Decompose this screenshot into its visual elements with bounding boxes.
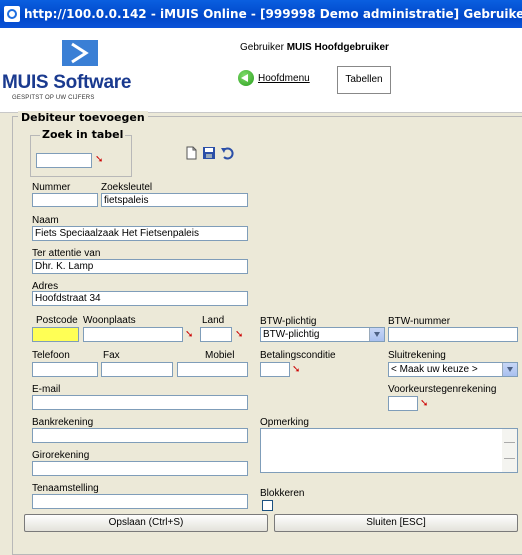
ter-attentie-label: Ter attentie van <box>32 248 101 259</box>
postcode-input[interactable] <box>32 327 79 342</box>
nummer-input[interactable] <box>32 193 98 207</box>
btw-plichtig-select[interactable]: BTW-plichtig <box>260 327 385 342</box>
betalingsconditie-label: Betalingsconditie <box>260 350 336 361</box>
naam-label: Naam <box>32 215 59 226</box>
chevron-down-icon[interactable] <box>502 363 517 376</box>
sluitrekening-value: < Maak uw keuze > <box>391 364 478 375</box>
search-input[interactable] <box>36 153 92 168</box>
user-name: MUIS Hoofdgebruiker <box>286 42 389 53</box>
land-input[interactable] <box>200 327 232 342</box>
window-titlebar: http://100.0.0.142 - iMUIS Online - [999… <box>0 0 522 28</box>
scroll-up-icon[interactable] <box>504 431 515 443</box>
ter-attentie-input[interactable]: Dhr. K. Lamp <box>32 259 248 274</box>
btw-plichtig-label: BTW-plichtig <box>260 316 317 327</box>
naam-input[interactable]: Fiets Speciaalzaak Het Fietsenpaleis <box>32 226 248 241</box>
opslaan-button[interactable]: Opslaan (Ctrl+S) <box>24 514 268 532</box>
undo-icon[interactable] <box>220 146 234 160</box>
telefoon-label: Telefoon <box>32 350 70 361</box>
adres-input[interactable]: Hoofdstraat 34 <box>32 291 248 306</box>
search-lookup-icon[interactable]: ➘ <box>95 154 103 165</box>
bankrekening-label: Bankrekening <box>32 417 94 428</box>
browser-icon <box>4 6 20 22</box>
blokkeren-checkbox[interactable] <box>262 500 273 511</box>
tenaamstelling-label: Tenaamstelling <box>32 483 99 494</box>
telefoon-input[interactable] <box>32 362 98 377</box>
zoeksleutel-label: Zoeksleutel <box>101 182 153 193</box>
user-prefix: Gebruiker <box>240 42 284 53</box>
zoeksleutel-input[interactable]: fietspaleis <box>101 193 248 207</box>
voorkeurstegenrekening-lookup-icon[interactable]: ➘ <box>420 398 428 409</box>
blokkeren-label: Blokkeren <box>260 488 305 499</box>
current-user: Gebruiker MUIS Hoofdgebruiker <box>240 42 389 53</box>
email-label: E-mail <box>32 384 61 395</box>
back-arrow-icon[interactable] <box>238 70 254 86</box>
betalingsconditie-lookup-icon[interactable]: ➘ <box>292 364 300 375</box>
save-disk-icon[interactable] <box>202 146 216 160</box>
email-input[interactable] <box>32 395 248 410</box>
btw-nummer-input[interactable] <box>388 327 518 342</box>
nummer-label: Nummer <box>32 182 71 193</box>
voorkeurstegenrekening-input[interactable] <box>388 396 418 411</box>
postcode-label: Postcode <box>36 315 78 326</box>
fax-label: Fax <box>103 350 120 361</box>
hoofdmenu-link[interactable]: Hoofdmenu <box>258 73 310 84</box>
mobiel-label: Mobiel <box>205 350 235 361</box>
sluitrekening-label: Sluitrekening <box>388 350 446 361</box>
woonplaats-label: Woonplaats <box>83 315 136 326</box>
voorkeurstegenrekening-label: Voorkeurstegenrekening <box>388 384 497 395</box>
muis-logo-icon <box>62 40 98 66</box>
btw-plichtig-value: BTW-plichtig <box>263 329 320 340</box>
panel-title: Debiteur toevoegen <box>18 111 148 124</box>
opmerking-textarea[interactable] <box>260 428 518 473</box>
logo-text: MUIS Software <box>2 72 132 93</box>
new-document-icon[interactable] <box>184 146 198 160</box>
fax-input[interactable] <box>101 362 173 377</box>
btw-nummer-label: BTW-nummer <box>388 316 451 327</box>
scroll-down-icon[interactable] <box>504 458 515 470</box>
chevron-down-icon[interactable] <box>369 328 384 341</box>
opmerking-scrollbar[interactable] <box>502 429 517 472</box>
bankrekening-input[interactable] <box>32 428 248 443</box>
woonplaats-input[interactable] <box>83 327 183 342</box>
window-title: http://100.0.0.142 - iMUIS Online - [999… <box>24 7 522 21</box>
sluiten-button[interactable]: Sluiten [ESC] <box>274 514 518 532</box>
tenaamstelling-input[interactable] <box>32 494 248 509</box>
girorekening-label: Girorekening <box>32 450 90 461</box>
tabellen-button[interactable]: Tabellen <box>337 66 391 94</box>
land-lookup-icon[interactable]: ➘ <box>235 329 243 340</box>
search-title: Zoek in tabel <box>40 128 126 141</box>
sluitrekening-select[interactable]: < Maak uw keuze > <box>388 362 518 377</box>
mobiel-input[interactable] <box>177 362 248 377</box>
girorekening-input[interactable] <box>32 461 248 476</box>
woonplaats-lookup-icon[interactable]: ➘ <box>185 329 193 340</box>
logo-tagline: GESPITST OP UW CIJFERS <box>12 95 95 101</box>
opmerking-label: Opmerking <box>260 417 309 428</box>
betalingsconditie-input[interactable] <box>260 362 290 377</box>
land-label: Land <box>202 315 225 326</box>
